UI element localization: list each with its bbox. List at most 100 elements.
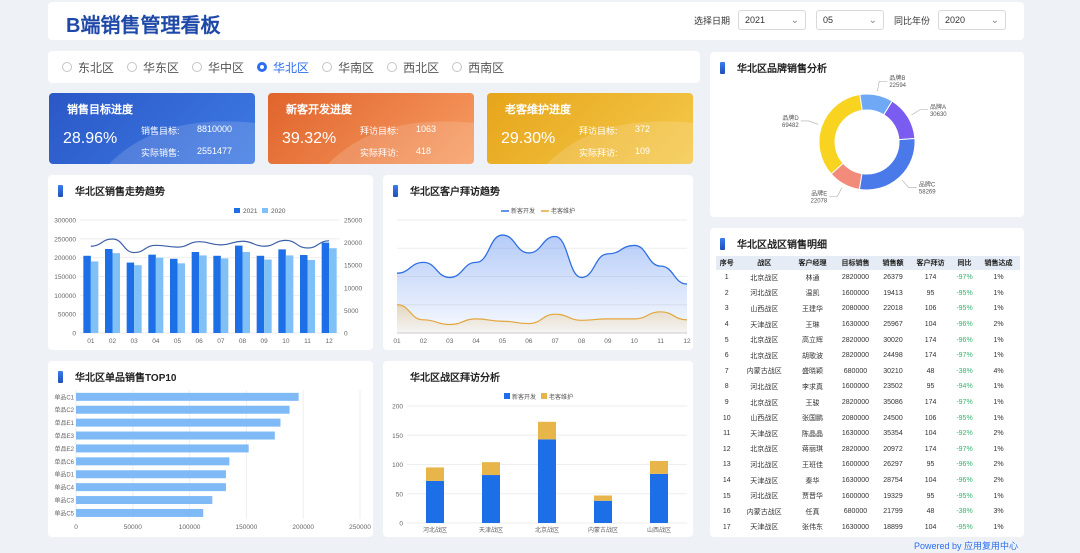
table-row[interactable]: 11 天津战区 陈晶晶 1630000 35354 104 -92% 2% — [716, 426, 1020, 442]
table-cell: 8 — [724, 383, 729, 391]
region-radio[interactable]: 华东区 — [127, 59, 179, 76]
year-value: 2021 — [744, 15, 766, 25]
table-cell: 28754 — [883, 477, 903, 485]
table-row[interactable]: 18北京战区吴德琳282000032201174-96%1% — [716, 535, 1020, 537]
table-row[interactable]: 4 天津战区 王琳 1630000 25967 104 -96% 2% — [716, 317, 1020, 333]
table-row[interactable]: 10 山西战区 张国鹏 2080000 24500 106 -95% 1% — [716, 410, 1020, 426]
x-tick-label: 50000 — [124, 524, 142, 531]
bar-new-customers — [594, 500, 612, 523]
table-cell: 1% — [993, 445, 1004, 453]
compare-year-select[interactable]: 2020 ⌄ — [938, 10, 1006, 30]
bar-2020 — [155, 257, 164, 333]
region-radio[interactable]: 华北区 — [257, 59, 309, 76]
kpi-row: 拜访目标: 1063 — [360, 124, 460, 137]
table-cell: -96% — [956, 477, 973, 485]
table-row[interactable]: 1 北京战区 林通 2820000 26379 174 -97% 1% — [716, 270, 1020, 286]
table-row[interactable]: 7 内蒙古战区 盛晓颖 680000 30210 48 -38% 4% — [716, 364, 1020, 380]
donut-slice — [858, 137, 916, 191]
table-cell: 北京战区 — [750, 352, 779, 360]
table-row[interactable]: 14 天津战区 秦华 1630000 28754 104 -96% 2% — [716, 473, 1020, 489]
region-radio[interactable]: 华南区 — [322, 59, 374, 76]
table-cell: 贾晋华 — [802, 493, 824, 501]
filter-bar: 选择日期 2021 ⌄ 05 ⌄ 同比年份 2020 ⌄ — [684, 10, 1006, 30]
table-cell: 2080000 — [841, 414, 870, 422]
table-row[interactable]: 6 北京战区 胡歌波 2820000 24498 174 -97% 1% — [716, 348, 1020, 364]
table-cell: 1630000 — [841, 321, 870, 329]
table-header-cell: 目标销售 — [834, 256, 877, 270]
table-cell: 19329 — [883, 492, 903, 500]
table-cell: 48 — [926, 367, 935, 375]
table-cell: 3% — [993, 508, 1004, 516]
table-header-cell: 同比 — [951, 256, 978, 270]
table-header-cell: 客户经理 — [791, 256, 834, 270]
x-tick-label: 山西战区 — [647, 526, 671, 534]
y2-tick-label: 0 — [344, 331, 348, 338]
x-tick-label: 内蒙古战区 — [588, 526, 618, 534]
table-row[interactable]: 13 河北战区 王班佳 1600000 26297 95 -96% 2% — [716, 457, 1020, 473]
legend-swatch-old — [541, 393, 547, 399]
radio-circle-icon — [192, 62, 203, 72]
table-cell: -38% — [956, 367, 973, 375]
table-cell: 北京战区 — [750, 274, 779, 282]
table-row[interactable]: 17 天津战区 张伟东 1630000 18899 104 -95% 1% — [716, 520, 1020, 536]
region-label: 华东区 — [143, 60, 180, 75]
table-cell: 北京战区 — [737, 535, 791, 537]
legend-swatch-new — [504, 393, 510, 399]
table-cell: 4 — [724, 321, 729, 329]
year-select[interactable]: 2021 ⌄ — [737, 10, 806, 30]
table-row[interactable]: 12 北京战区 蒋丽琪 2820000 20972 174 -97% 1% — [716, 442, 1020, 458]
table-cell: 北京战区 — [750, 446, 779, 454]
table-row[interactable]: 3 山西战区 王建华 2080000 22018 106 -95% 1% — [716, 301, 1020, 317]
table-row[interactable]: 15 河北战区 贾晋华 1600000 19329 95 -95% 1% — [716, 488, 1020, 504]
bar-old-customers — [426, 467, 444, 481]
table-cell: 林通 — [805, 274, 820, 282]
sales-trend-chart: 0500001000001500002000002500003000000500… — [54, 208, 362, 345]
chevron-down-icon: ⌄ — [990, 14, 999, 26]
y-tick-label: 250000 — [54, 236, 76, 243]
bar-new-customers — [650, 473, 668, 523]
region-radio[interactable]: 东北区 — [62, 59, 114, 76]
table-cell: 174 — [924, 352, 937, 360]
kpi-value: 1063 — [416, 124, 437, 134]
bar-2021 — [278, 249, 286, 333]
table-cell: 温凯 — [805, 290, 820, 298]
kpi-card: 新客开发进度 39.32% 拜访目标: 1063 实际拜访: 418 — [268, 93, 474, 164]
table-cell: 河北战区 — [750, 493, 779, 501]
y-tick-label: 150000 — [54, 274, 76, 281]
table-cell: -96% — [952, 535, 977, 537]
y-tick-label: 单品E2 — [55, 445, 75, 453]
compare-year-value: 2020 — [945, 15, 966, 25]
table-row[interactable]: 2 河北战区 温凯 1600000 19413 95 -95% 1% — [716, 286, 1020, 302]
table-cell: -95% — [956, 305, 973, 313]
region-radio[interactable]: 西北区 — [387, 59, 439, 76]
month-select[interactable]: 05 ⌄ — [815, 10, 884, 30]
table-cell: 王琳 — [805, 321, 820, 329]
table-cell: 5 — [724, 336, 729, 344]
legend-label: 老客维护 — [549, 393, 573, 401]
x-tick-label: 06 — [196, 338, 204, 345]
table-row[interactable]: 16 内蒙古战区 任真 680000 21799 48 -38% 3% — [716, 504, 1020, 520]
table-row[interactable]: 9 北京战区 王骏 2820000 35086 174 -97% 1% — [716, 395, 1020, 411]
month-value: 05 — [822, 15, 833, 25]
visit-trend-chart: 新客开发 老客维护 01 02 03 04 05 06 07 08 09 10 11 12 — [393, 207, 691, 345]
table-cell: 河北战区 — [750, 383, 779, 391]
compare-label: 同比年份 — [893, 15, 930, 26]
table-row[interactable]: 8 河北战区 李求真 1600000 23502 95 -94% 1% — [716, 379, 1020, 395]
kpi-row: 实际拜访: 418 — [360, 146, 460, 159]
table-cell: 1 — [724, 274, 729, 282]
table-cell: 48 — [926, 508, 935, 516]
kpi-row: 实际销售: 2551477 — [141, 146, 241, 159]
page-title: B端销售管理看板 — [66, 15, 221, 37]
table-row[interactable]: 5 北京战区 高立辉 2820000 30020 174 -96% 1% — [716, 332, 1020, 348]
x-tick-label: 08 — [578, 338, 586, 345]
table-cell: 22018 — [883, 305, 903, 313]
donut-label-value: 30630 — [930, 112, 947, 118]
table-cell: 25967 — [883, 321, 903, 329]
region-radio[interactable]: 华中区 — [192, 59, 244, 76]
x-tick-label: 10 — [282, 338, 290, 345]
brand-donut-chart: 品牌A30630 品牌C58269 品牌E22078 品牌D69482 品牌B22594 — [782, 74, 947, 204]
region-radio[interactable]: 西南区 — [452, 59, 504, 76]
table-cell: 1630000 — [841, 430, 870, 438]
footer-link[interactable]: Powered by 应用复用中心 — [914, 539, 1018, 552]
table-cell: 104 — [924, 321, 937, 329]
